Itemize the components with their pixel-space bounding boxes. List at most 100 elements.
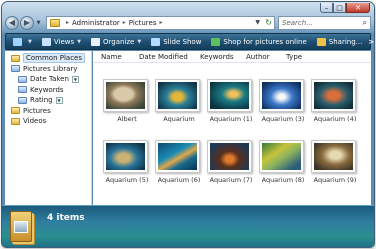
picture-thumbnail[interactable]: Aquarium (6) [155, 140, 203, 184]
column-header-name[interactable]: Name [101, 53, 139, 61]
views-button[interactable]: Views ▼ [38, 34, 85, 49]
thumbnail-frame [103, 79, 148, 112]
recent-pages-dropdown[interactable]: ▼ [35, 20, 42, 26]
shop-online-label: Shop for pictures online [223, 37, 307, 46]
breadcrumb-pictures[interactable]: Pictures [129, 19, 157, 27]
thumbnail-label: Aquarium (5) [105, 176, 149, 184]
nav-item-label: Common Places [23, 53, 86, 64]
picture-thumbnail[interactable]: Aquarium (1) [207, 79, 255, 123]
nav-item[interactable]: Common Places [5, 53, 91, 64]
toolbar-folder-button[interactable]: ▼ [9, 34, 36, 49]
thumbnail-frame [207, 140, 252, 173]
nav-item[interactable]: Pictures [5, 106, 91, 117]
organize-icon [90, 37, 100, 46]
maximize-button[interactable]: □ [333, 3, 346, 13]
slideshow-icon [151, 37, 161, 46]
search-icon[interactable]: ⌕ [363, 18, 367, 28]
thumbnail-label: Aquarium (9) [313, 176, 357, 184]
column-header-author[interactable]: Author [246, 53, 286, 61]
folder-icon [50, 18, 60, 27]
organize-button[interactable]: Organize ▼ [87, 34, 145, 49]
back-button[interactable]: ◀ [5, 15, 19, 30]
views-label: Views [53, 37, 75, 46]
thumbnail-frame [311, 79, 356, 112]
picture-thumbnail[interactable]: Albert [103, 79, 151, 123]
picture-thumbnail[interactable]: Aquarium [155, 79, 203, 123]
close-button[interactable]: ✕ [346, 3, 370, 13]
search-box[interactable]: ⌕ [278, 15, 371, 30]
crumb-separator: ▸ [159, 19, 163, 26]
thumbnail-frame [155, 140, 200, 173]
shop-online-button[interactable]: Shop for pictures online [207, 34, 310, 49]
thumbnail-image [158, 82, 197, 109]
crumb-separator: ▸ [122, 19, 126, 26]
column-header-type[interactable]: Type [286, 53, 302, 61]
thumbnail-image [262, 82, 301, 109]
chevron-down-icon: ▼ [28, 38, 32, 45]
search-input[interactable] [282, 18, 360, 27]
thumbnail-frame [259, 79, 304, 112]
sharing-icon [316, 37, 326, 46]
more-commands-button[interactable]: >> [368, 38, 374, 46]
picture-thumbnail[interactable]: Aquarium (7) [207, 140, 255, 184]
command-bar: ▼ Views ▼ Organize ▼ Slide Show Shop for… [5, 33, 374, 50]
nav-item-label: Date Taken [30, 75, 69, 84]
folder-icon [18, 75, 27, 83]
refresh-icon[interactable]: ↻ [265, 18, 272, 27]
thumbnail-frame [155, 79, 200, 112]
thumbnail-label: Aquarium (1) [209, 115, 253, 123]
column-header-date-modified[interactable]: Date Modified [139, 53, 200, 61]
sharing-button[interactable]: Sharing... [313, 34, 367, 49]
nav-item[interactable]: Videos [5, 116, 91, 127]
thumbnail-frame [103, 140, 148, 173]
navigation-pane: Common Places Pictures Library Date Taken ▼… [5, 51, 92, 206]
picture-thumbnail[interactable]: Aquarium (5) [103, 140, 151, 184]
thumbnail-label: Aquarium (7) [209, 176, 253, 184]
column-header-keywords[interactable]: Keywords [200, 53, 246, 61]
picture-thumbnail[interactable]: Aquarium (8) [259, 140, 307, 184]
forward-button[interactable]: ▶ [20, 15, 34, 30]
thumbnail-label: Aquarium (3) [261, 115, 305, 123]
nav-item-label: Keywords [30, 85, 64, 94]
folder-icon [18, 86, 27, 94]
picture-thumbnail[interactable]: Aquarium (4) [311, 79, 359, 123]
pictures-stack-icon [10, 211, 32, 242]
nav-item[interactable]: Rating ▼ [5, 95, 91, 106]
crumb-separator: ▸ [66, 19, 70, 26]
address-dropdown-button[interactable]: ▼ [255, 19, 260, 26]
filter-dropdown-button[interactable]: ▼ [55, 96, 63, 104]
thumbnail-frame [207, 79, 252, 112]
shop-icon [211, 37, 221, 46]
breadcrumb-administrator[interactable]: Administrator [72, 19, 120, 27]
thumbnail-label: Aquarium [163, 115, 195, 123]
address-bar[interactable]: ▸ Administrator ▸ Pictures ▸ ▼ ↻ [46, 15, 275, 30]
thumbnail-frame [311, 140, 356, 173]
thumbnail-image [262, 143, 301, 170]
thumbnail-image [210, 143, 249, 170]
filter-dropdown-button[interactable]: ▼ [71, 75, 79, 83]
nav-item[interactable]: Date Taken ▼ [5, 74, 91, 85]
thumbnail-image [106, 82, 145, 109]
caption-buttons: – □ ✕ [320, 3, 370, 13]
folder-icon [11, 117, 20, 125]
explorer-window: – □ ✕ ◀ ▶ ▼ ▸ Administrator ▸ Pictures ▸… [2, 2, 374, 247]
thumbnail-image [314, 143, 353, 170]
thumbnail-label: Albert [117, 115, 137, 123]
thumbnail-label: Aquarium (8) [261, 176, 305, 184]
nav-item[interactable]: Keywords [5, 85, 91, 96]
nav-item[interactable]: Pictures Library [5, 64, 91, 75]
thumbnail-image [158, 143, 197, 170]
slide-show-label: Slide Show [163, 37, 202, 46]
nav-item-label: Pictures Library [23, 64, 78, 73]
organize-label: Organize [102, 37, 135, 46]
minimize-button[interactable]: – [320, 3, 333, 13]
folder-options-icon [13, 37, 22, 46]
item-count: 4 items [47, 213, 85, 223]
slide-show-button[interactable]: Slide Show [147, 34, 205, 49]
nav-item-label: Pictures [23, 106, 51, 115]
picture-thumbnail[interactable]: Aquarium (9) [311, 140, 359, 184]
thumbnail-label: Aquarium (4) [313, 115, 357, 123]
nav-item-label: Rating [30, 96, 53, 105]
picture-thumbnail[interactable]: Aquarium (3) [259, 79, 307, 123]
address-row: ◀ ▶ ▼ ▸ Administrator ▸ Pictures ▸ ▼ ↻ ⌕ [5, 15, 371, 30]
